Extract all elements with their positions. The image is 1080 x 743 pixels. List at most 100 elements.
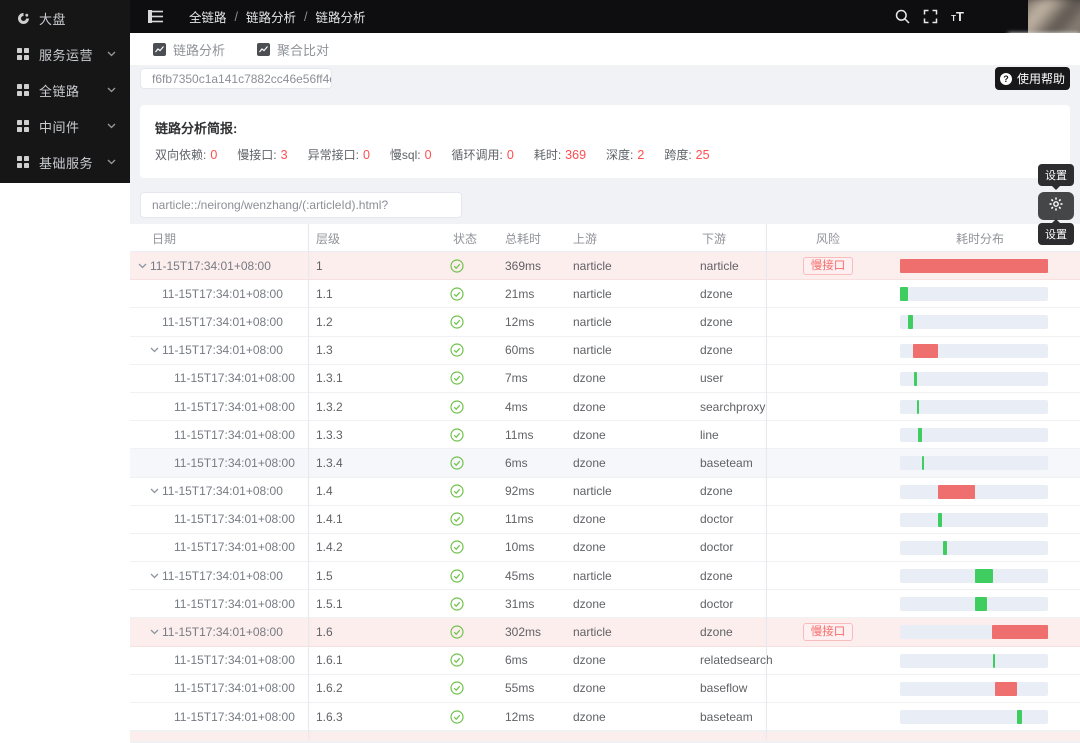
table-row[interactable]: 11-15T17:34:01+08:00 1.5.1 31ms dzone doctor bbox=[130, 590, 1080, 619]
cell-upstream: narticle bbox=[573, 258, 612, 273]
table-row[interactable]: 11-15T17:34:01+08:00 1.4.1 11ms dzone doctor bbox=[130, 505, 1080, 534]
stat-value: 25 bbox=[695, 147, 710, 162]
sidebar-item-dapan[interactable]: 大盘 bbox=[0, 0, 130, 36]
cell-level: 1.5 bbox=[316, 568, 333, 583]
cell-date: 11-15T17:34:01+08:00 bbox=[130, 393, 308, 420]
cell-risk bbox=[766, 449, 890, 476]
cell-level: 1 bbox=[316, 258, 323, 273]
table-row[interactable]: 11-15T17:34:01+08:00 1.2 12ms narticle dzone bbox=[130, 308, 1080, 337]
sidebar-item-zhongjianjian[interactable]: 中间件 bbox=[0, 108, 130, 144]
column-header-status: 状态 bbox=[453, 231, 478, 246]
stat-label: 慢sql: bbox=[389, 148, 421, 162]
tab-label: 聚合比对 bbox=[277, 42, 330, 58]
table-row-partial bbox=[130, 731, 1080, 741]
breadcrumb-item[interactable]: 全链路 bbox=[189, 7, 227, 26]
cell-duration-bar bbox=[890, 534, 1070, 561]
breadcrumb-item[interactable]: 链路分析 bbox=[316, 7, 366, 26]
duration-bar-track bbox=[900, 710, 1048, 724]
page: 大盘 服务运营 全链路 中间件 基础服务 全链路 / 链路分析 / 链路分析 TT 链路分析 聚合… bbox=[0, 0, 1080, 743]
breadcrumb-item[interactable]: 链路分析 bbox=[246, 7, 296, 26]
trace-id-input[interactable]: f6fb7350c1a141c7882cc46e56ff4e73 bbox=[140, 68, 332, 89]
sidebar-item-quanlianlu[interactable]: 全链路 bbox=[0, 72, 130, 108]
cell-duration-bar bbox=[890, 421, 1070, 448]
cell-upstream: narticle bbox=[573, 625, 612, 640]
cell-duration-bar bbox=[890, 506, 1070, 533]
duration-bar-track bbox=[900, 540, 1048, 555]
cell-level: 1.4.1 bbox=[316, 512, 343, 527]
cell-duration: 92ms bbox=[505, 484, 535, 499]
cell-upstream: narticle bbox=[573, 343, 612, 358]
duration-bar-track bbox=[900, 287, 1048, 302]
expand-arrow-icon[interactable] bbox=[150, 347, 162, 353]
cell-upstream: dzone bbox=[573, 371, 606, 386]
cell-date: 11-15T17:34:01+08:00 bbox=[130, 365, 308, 392]
table-row[interactable]: 11-15T17:34:01+08:00 1.6.1 6ms dzone related… bbox=[130, 646, 1080, 675]
expand-arrow-icon[interactable] bbox=[138, 263, 150, 269]
expand-arrow-icon[interactable] bbox=[150, 629, 162, 635]
duration-bar bbox=[913, 343, 939, 358]
stat-label: 耗时: bbox=[533, 148, 562, 162]
table-row[interactable]: 11-15T17:34:01+08:00 1.3.3 11ms dzone line bbox=[130, 421, 1080, 450]
header-actions: TT bbox=[895, 9, 964, 25]
date-text: 11-15T17:34:01+08:00 bbox=[174, 455, 295, 470]
table-row[interactable]: 11-15T17:34:01+08:00 1.6 302ms narticle dzon… bbox=[130, 618, 1080, 647]
sidebar-item-jichufuwu[interactable]: 基础服务 bbox=[0, 144, 130, 180]
tab-2[interactable]: 聚合比对 bbox=[257, 40, 329, 59]
table-row[interactable]: 11-15T17:34:01+08:00 1.1 21ms narticle dzone bbox=[130, 280, 1080, 309]
cell-duration: 369ms bbox=[505, 258, 542, 273]
table-row[interactable]: 11-15T17:34:01+08:00 1.3 60ms narticle dzone bbox=[130, 336, 1080, 365]
expand-arrow-icon[interactable] bbox=[150, 488, 162, 494]
cell-duration-bar bbox=[890, 449, 1070, 476]
chevron-down-icon bbox=[107, 159, 116, 165]
cell-date: 11-15T17:34:01+08:00 bbox=[130, 421, 308, 448]
cell-level: 1.1 bbox=[316, 286, 333, 301]
sidebar: 大盘 服务运营 全链路 中间件基础服务 bbox=[0, 0, 130, 183]
table-row[interactable]: 11-15T17:34:01+08:00 1.3.4 6ms dzone basetea… bbox=[130, 449, 1080, 478]
duration-bar bbox=[914, 371, 917, 386]
status-ok-icon bbox=[450, 562, 480, 589]
cell-duration-bar bbox=[890, 590, 1070, 617]
settings-button[interactable] bbox=[1038, 192, 1074, 220]
sidebar-item-fuwuyunying[interactable]: 服务运营 bbox=[0, 36, 130, 72]
column-header-risk: 风险 bbox=[815, 231, 840, 246]
tab-1[interactable]: 链路分析 bbox=[153, 40, 225, 59]
status-ok-icon bbox=[450, 337, 480, 364]
breadcrumb: 全链路 / 链路分析 / 链路分析 bbox=[189, 7, 366, 26]
main-content: f6fb7350c1a141c7882cc46e56ff4e73 ? 使用帮助 … bbox=[130, 66, 1080, 743]
cell-duration-bar bbox=[890, 280, 1070, 307]
date-text: 11-15T17:34:01+08:00 bbox=[174, 540, 295, 555]
table-row[interactable]: 11-15T17:34:01+08:00 1.4.2 10ms dzone doctor bbox=[130, 533, 1080, 563]
help-button[interactable]: ? 使用帮助 bbox=[995, 67, 1070, 90]
cell-upstream: narticle bbox=[573, 286, 612, 301]
table-row[interactable]: 11-15T17:34:01+08:00 1.3.1 7ms dzone user bbox=[130, 364, 1080, 393]
cell-upstream: dzone bbox=[573, 596, 606, 611]
column-divider bbox=[308, 224, 309, 740]
avatar[interactable] bbox=[1028, 0, 1080, 33]
cell-level: 1.4.2 bbox=[316, 540, 343, 555]
appstore-icon bbox=[16, 119, 30, 133]
search-icon[interactable] bbox=[895, 9, 910, 24]
cell-duration-bar bbox=[890, 478, 1070, 505]
appstore-icon bbox=[16, 83, 30, 97]
table-row[interactable]: 11-15T17:34:01+08:00 1.4 92ms narticle dzone bbox=[130, 477, 1080, 506]
table-row[interactable]: 11-15T17:34:01+08:00 1.6.2 55ms dzone basefl… bbox=[130, 674, 1080, 703]
table-row[interactable]: 11-15T17:34:01+08:00 1 369ms narticle nartic… bbox=[130, 252, 1080, 281]
duration-bar bbox=[975, 569, 994, 584]
table-row[interactable]: 11-15T17:34:01+08:00 1.5 45ms narticle dzone bbox=[130, 562, 1080, 591]
font-size-icon[interactable]: TT bbox=[951, 9, 964, 25]
cell-duration-bar bbox=[890, 703, 1070, 730]
fullscreen-icon[interactable] bbox=[923, 9, 938, 24]
expand-arrow-icon[interactable] bbox=[150, 573, 162, 579]
chart-line-icon bbox=[153, 42, 166, 56]
table-row[interactable]: 11-15T17:34:01+08:00 1.3.2 4ms dzone searchp… bbox=[130, 392, 1080, 422]
url-filter-input[interactable]: narticle::/neirong/wenzhang/(:articleId)… bbox=[140, 192, 462, 218]
cell-upstream: dzone bbox=[573, 399, 606, 414]
date-text: 11-15T17:34:01+08:00 bbox=[174, 371, 295, 386]
duration-bar bbox=[943, 540, 948, 555]
sidebar-item-label: 基础服务 bbox=[39, 155, 94, 171]
duration-bar-track bbox=[900, 343, 1048, 358]
duration-bar bbox=[992, 653, 996, 668]
menu-fold-icon[interactable] bbox=[148, 10, 163, 23]
table-row[interactable]: 11-15T17:34:01+08:00 1.6.3 12ms dzone basete… bbox=[130, 703, 1080, 732]
risk-badge: 慢接口 bbox=[802, 623, 854, 642]
